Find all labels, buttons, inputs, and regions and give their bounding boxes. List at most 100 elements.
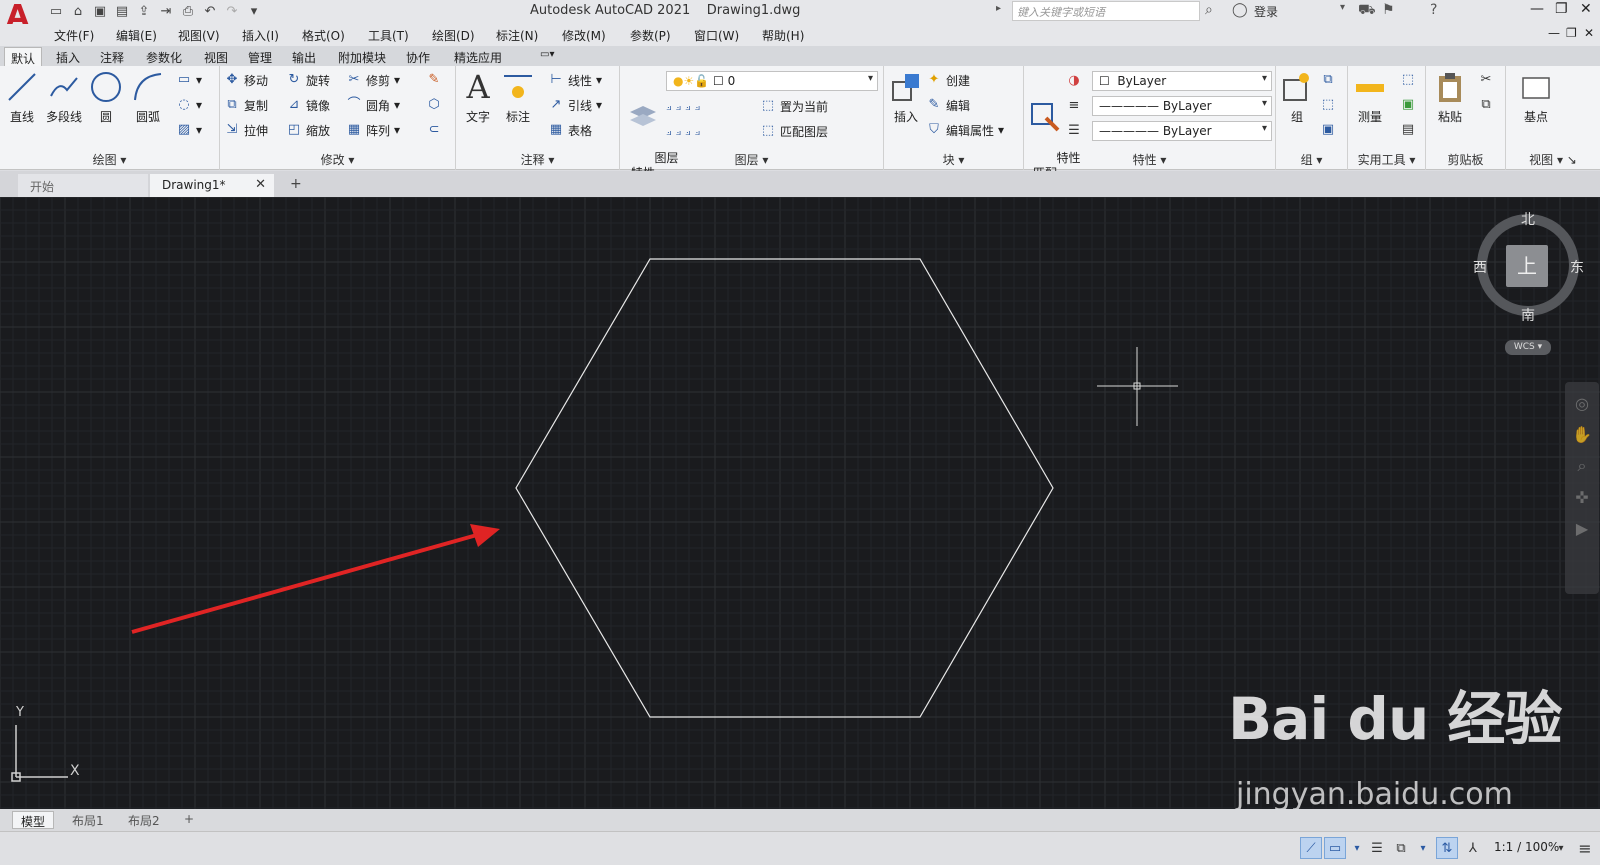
ortho-mode-icon[interactable]: ▭ [1324, 837, 1346, 859]
explode-icon[interactable]: ⬡ [426, 95, 442, 115]
hexagon-shape[interactable] [515, 258, 1054, 718]
menu-edit[interactable]: 编辑(E) [116, 27, 157, 44]
undo-icon[interactable]: ↶ [200, 2, 220, 20]
customize-qat-icon[interactable]: ▾ [244, 2, 264, 20]
login-link[interactable]: 登录 [1254, 3, 1278, 20]
showmotion-icon[interactable]: ▶ [1565, 519, 1599, 538]
menu-format[interactable]: 格式(O) [302, 27, 345, 44]
tab-collaborate[interactable]: 协作 [400, 47, 436, 66]
annotation-visibility-icon[interactable]: ⇅ [1436, 837, 1458, 859]
tab-parametric[interactable]: 参数化 [140, 47, 188, 66]
polyline-button[interactable]: 多段线 [44, 70, 84, 125]
table-button[interactable]: ▦ 表格 [548, 120, 592, 140]
menu-dimension[interactable]: 标注(N) [496, 27, 538, 44]
linetype-dropdown[interactable]: ————— ByLayer ▾ [1092, 96, 1272, 116]
viewcube-west[interactable]: 西 [1473, 257, 1487, 277]
color-dropdown[interactable]: ☐ ByLayer ▾ [1092, 71, 1272, 91]
tab-annotate[interactable]: 注释 [94, 47, 130, 66]
scale-button[interactable]: ◰ 缩放 [286, 120, 330, 140]
login-dropdown-icon[interactable]: ▾ [1340, 2, 1345, 13]
panel-groups-title[interactable]: 组 ▾ [1276, 151, 1347, 168]
rotate-button[interactable]: ↻ 旋转 [286, 70, 330, 90]
panel-annotation-title[interactable]: 注释 ▾ [456, 151, 619, 168]
rectangle-icon[interactable]: ▭ ▾ [176, 70, 202, 90]
layout-tab-model[interactable]: 模型 [12, 811, 55, 829]
cart-icon[interactable]: ⛟ [1358, 2, 1376, 20]
line-button[interactable]: 直线 [4, 70, 40, 125]
redo-icon[interactable]: ↷ [222, 2, 242, 20]
dynamic-input-icon[interactable]: ⟋ [1300, 837, 1322, 859]
file-tab-drawing1[interactable]: Drawing1* ✕ [150, 174, 274, 197]
ellipse-icon[interactable]: ◌ ▾ [176, 95, 202, 115]
menu-file[interactable]: 文件(F) [54, 27, 94, 44]
save-icon[interactable]: ▣ [90, 2, 110, 20]
ungroup-icon[interactable]: ⧉ [1320, 70, 1336, 90]
set-current-button[interactable]: ⬚ 置为当前 [760, 96, 828, 116]
import-icon[interactable]: ⇥ [156, 2, 176, 20]
new-tab-icon[interactable]: + [290, 176, 302, 192]
menu-tools[interactable]: 工具(T) [368, 27, 409, 44]
panel-block-title[interactable]: 块 ▾ [884, 151, 1023, 168]
stretch-button[interactable]: ⇲ 拉伸 [224, 120, 268, 140]
layer-dropdown[interactable]: ●☀🔓 ☐ 0 ▾ [666, 71, 878, 91]
basepoint-button[interactable]: 基点 [1516, 70, 1556, 125]
dimension-button[interactable]: 标注 [500, 70, 536, 125]
save-as-icon[interactable]: ▤ [112, 2, 132, 20]
hatch-icon[interactable]: ▨ ▾ [176, 120, 202, 140]
zoom-icon[interactable]: ⌕ [1565, 456, 1599, 476]
layout-tab-layout2[interactable]: 布局2 [120, 811, 168, 829]
selection-dropdown-icon[interactable]: ▾ [1412, 837, 1434, 859]
navigation-bar[interactable]: ◎ ✋ ⌕ ✜ ▶ [1565, 382, 1599, 594]
insert-block-button[interactable]: 插入 [888, 70, 924, 125]
selection-cycling-icon[interactable]: ⧉ [1390, 837, 1412, 859]
circle-button[interactable]: 圆 [88, 70, 124, 125]
layer-tools-row1[interactable]: ⟓ ⟓ ⟓ ⟓ [666, 96, 700, 116]
group-edit-icon[interactable]: ⬚ [1320, 95, 1336, 115]
viewcube-south[interactable]: 南 [1521, 305, 1535, 325]
viewcube-north[interactable]: 北 [1521, 209, 1535, 229]
search-icon[interactable]: ⌕ [1205, 2, 1213, 18]
restore-icon[interactable]: ❐ [1555, 1, 1568, 17]
drawing-canvas[interactable]: Y X 北 南 东 西 上 WCS ▾ ◎ ✋ ⌕ ✜ ▶ Bai du 经验 … [0, 197, 1600, 809]
print-icon[interactable]: ⎙ [178, 2, 198, 20]
customize-statusbar-icon[interactable]: ≡ [1574, 837, 1596, 859]
tab-insert[interactable]: 插入 [50, 47, 86, 66]
orbit-icon[interactable]: ✜ [1565, 488, 1599, 507]
panel-properties-title[interactable]: 特性 ▾ [1024, 151, 1275, 168]
mirror-button[interactable]: ⊿ 镜像 [286, 95, 330, 115]
ortho-dropdown-icon[interactable]: ▾ [1346, 837, 1368, 859]
trim-button[interactable]: ✂ 修剪 ▾ [346, 70, 401, 90]
lineweight-dropdown[interactable]: ————— ByLayer ▾ [1092, 121, 1272, 141]
panel-view-title[interactable]: 视图 ▾ ↘ [1506, 151, 1600, 168]
tab-output[interactable]: 输出 [286, 47, 322, 66]
arc-button[interactable]: 圆弧 [130, 70, 166, 125]
copy-clip-icon[interactable]: ⧉ [1478, 95, 1494, 115]
scale-dropdown-icon[interactable]: ▾ [1550, 837, 1572, 859]
ribbon-toggle-icon[interactable]: ▭▾ [534, 47, 560, 66]
tab-view[interactable]: 视图 [198, 47, 234, 66]
match-layer-button[interactable]: ⬚ 匹配图层 [760, 121, 828, 141]
group-button[interactable]: 组 [1280, 70, 1314, 125]
viewcube-east[interactable]: 东 [1570, 257, 1584, 277]
tab-featured-apps[interactable]: 精选应用 [448, 47, 508, 66]
offset-icon[interactable]: ⊂ [426, 120, 442, 140]
group-select-icon[interactable]: ▣ [1320, 120, 1336, 140]
move-button[interactable]: ✥ 移动 [224, 70, 268, 90]
panel-clipboard-title[interactable]: 剪贴板 [1426, 151, 1505, 168]
open-file-icon[interactable]: ⌂ [68, 2, 88, 20]
lineweight-toggle-icon[interactable]: ☰ [1366, 837, 1388, 859]
leader-button[interactable]: ↗ 引线 ▾ [548, 95, 603, 115]
menu-draw[interactable]: 绘图(D) [432, 27, 475, 44]
autodesk-app-icon[interactable]: ⚑ [1382, 2, 1395, 18]
add-layout-icon[interactable]: + [176, 811, 202, 829]
minimize-icon[interactable]: — [1530, 1, 1544, 17]
panel-layers-title[interactable]: 图层 ▾ [620, 151, 883, 168]
doc-minimize-icon[interactable]: — [1548, 26, 1560, 40]
edit-attributes-button[interactable]: ⛉ 编辑属性 ▾ [926, 120, 1004, 140]
doc-close-icon[interactable]: ✕ [1584, 26, 1594, 40]
menu-window[interactable]: 窗口(W) [694, 27, 739, 44]
measure-button[interactable]: 测量 [1350, 70, 1390, 125]
menu-help[interactable]: 帮助(H) [762, 27, 804, 44]
user-icon[interactable]: ◯ [1232, 2, 1248, 18]
doc-restore-icon[interactable]: ❐ [1566, 26, 1577, 40]
